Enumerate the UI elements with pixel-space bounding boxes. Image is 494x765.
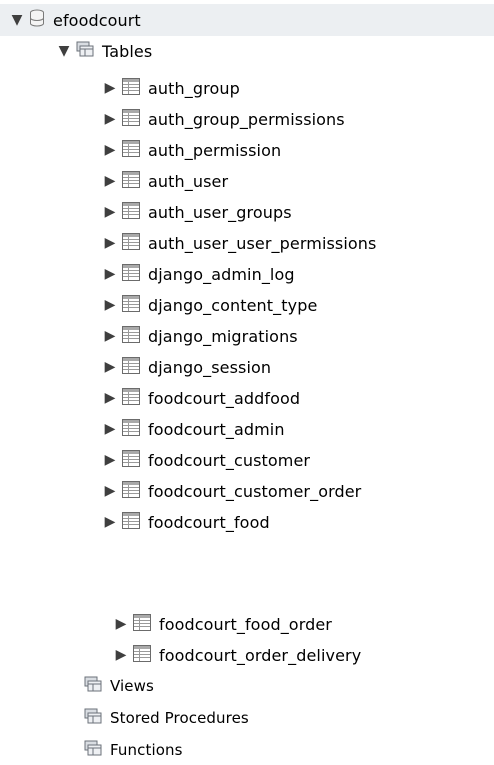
table-icon — [122, 139, 140, 161]
table-name: foodcourt_food_order — [159, 614, 332, 634]
table-icon — [122, 170, 140, 192]
table-node[interactable]: ▶ auth_user_groups — [104, 197, 292, 227]
table-name: auth_user — [148, 171, 229, 191]
expand-arrow-icon[interactable]: ▶ — [104, 390, 116, 406]
folder-node-stored-procedures[interactable]: Stored Procedures — [84, 703, 249, 733]
folder-icon — [84, 708, 102, 728]
table-icon — [122, 325, 140, 347]
table-icon — [133, 644, 151, 666]
table-name: foodcourt_food — [148, 512, 270, 532]
table-node[interactable]: ▶ django_content_type — [104, 290, 317, 320]
table-node[interactable]: ▶ foodcourt_addfood — [104, 383, 300, 413]
expand-arrow-icon[interactable]: ▶ — [104, 483, 116, 499]
table-icon — [122, 511, 140, 533]
expand-arrow-icon[interactable]: ▶ — [115, 647, 127, 663]
folder-icon — [84, 740, 102, 760]
table-name: django_session — [148, 357, 272, 377]
table-name: django_migrations — [148, 326, 298, 346]
expand-arrow-icon[interactable]: ▶ — [104, 80, 116, 96]
expand-arrow-icon[interactable]: ▶ — [104, 111, 116, 127]
table-node[interactable]: ▶ auth_group_permissions — [104, 104, 345, 134]
table-node[interactable]: ▶ auth_group — [104, 73, 240, 103]
table-name: auth_group_permissions — [148, 109, 345, 129]
expand-arrow-icon[interactable]: ▶ — [104, 359, 116, 375]
table-name: django_content_type — [148, 295, 318, 315]
table-icon — [122, 294, 140, 316]
tables-folder-label: Tables — [102, 41, 153, 61]
table-icon — [133, 613, 151, 635]
schema-node-efoodcourt[interactable]: ▼ efoodcourt — [0, 4, 494, 36]
expand-arrow-icon[interactable]: ▶ — [104, 266, 116, 282]
table-icon — [122, 201, 140, 223]
expand-arrow-icon[interactable]: ▶ — [104, 297, 116, 313]
table-name: auth_group — [148, 78, 240, 98]
table-node[interactable]: ▶ foodcourt_food_order — [115, 609, 332, 639]
table-name: auth_user_user_permissions — [148, 233, 377, 253]
collapse-arrow-icon[interactable]: ▼ — [11, 12, 23, 28]
table-node[interactable]: ▶ auth_user_user_permissions — [104, 228, 376, 258]
table-icon — [122, 387, 140, 409]
table-node[interactable]: ▶ foodcourt_order_delivery — [115, 640, 361, 670]
folder-node-functions[interactable]: Functions — [84, 735, 183, 765]
table-node[interactable]: ▶ foodcourt_food — [104, 507, 270, 537]
database-icon — [29, 9, 45, 31]
expand-arrow-icon[interactable]: ▶ — [115, 616, 127, 632]
table-name: foodcourt_customer — [148, 450, 311, 470]
table-node[interactable]: ▶ foodcourt_customer — [104, 445, 310, 475]
table-node[interactable]: ▶ foodcourt_admin — [104, 414, 285, 444]
table-name: django_admin_log — [148, 264, 295, 284]
table-node[interactable]: ▶ django_migrations — [104, 321, 298, 351]
table-icon — [122, 480, 140, 502]
folder-label: Stored Procedures — [110, 709, 249, 727]
table-name: auth_user_groups — [148, 202, 292, 222]
table-name: foodcourt_customer_order — [148, 481, 362, 501]
tables-folder-node[interactable]: ▼ Tables — [58, 36, 152, 66]
table-icon — [122, 263, 140, 285]
table-name: foodcourt_order_delivery — [159, 645, 362, 665]
folder-label: Functions — [110, 741, 183, 759]
table-icon — [122, 108, 140, 130]
folder-icon — [84, 676, 102, 696]
table-name: foodcourt_addfood — [148, 388, 301, 408]
table-node[interactable]: ▶ django_admin_log — [104, 259, 295, 289]
expand-arrow-icon[interactable]: ▶ — [104, 452, 116, 468]
expand-arrow-icon[interactable]: ▶ — [104, 421, 116, 437]
expand-arrow-icon[interactable]: ▶ — [104, 514, 116, 530]
table-icon — [122, 418, 140, 440]
table-name: auth_permission — [148, 140, 282, 160]
folder-label: Views — [110, 677, 154, 695]
table-icon — [122, 232, 140, 254]
table-icon — [122, 77, 140, 99]
expand-arrow-icon[interactable]: ▶ — [104, 173, 116, 189]
expand-arrow-icon[interactable]: ▶ — [104, 204, 116, 220]
collapse-arrow-icon[interactable]: ▼ — [58, 43, 70, 59]
expand-arrow-icon[interactable]: ▶ — [104, 142, 116, 158]
table-name: foodcourt_admin — [148, 419, 285, 439]
schema-name: efoodcourt — [53, 10, 141, 30]
table-icon — [122, 449, 140, 471]
expand-arrow-icon[interactable]: ▶ — [104, 328, 116, 344]
folder-node-views[interactable]: Views — [84, 671, 154, 701]
expand-arrow-icon[interactable]: ▶ — [104, 235, 116, 251]
table-node[interactable]: ▶ foodcourt_customer_order — [104, 476, 361, 506]
table-node[interactable]: ▶ auth_permission — [104, 135, 281, 165]
table-node[interactable]: ▶ auth_user — [104, 166, 228, 196]
table-node[interactable]: ▶ django_session — [104, 352, 271, 382]
table-icon — [122, 356, 140, 378]
folder-icon — [76, 41, 94, 61]
